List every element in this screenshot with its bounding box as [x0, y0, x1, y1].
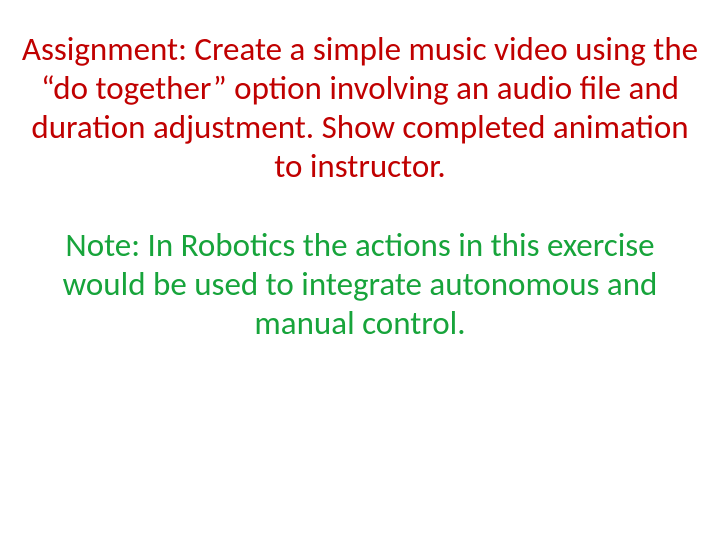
- note-text: Note: In Robotics the actions in this ex…: [18, 226, 702, 343]
- slide: Assignment: Create a simple music video …: [0, 0, 720, 540]
- assignment-text: Assignment: Create a simple music video …: [18, 30, 702, 186]
